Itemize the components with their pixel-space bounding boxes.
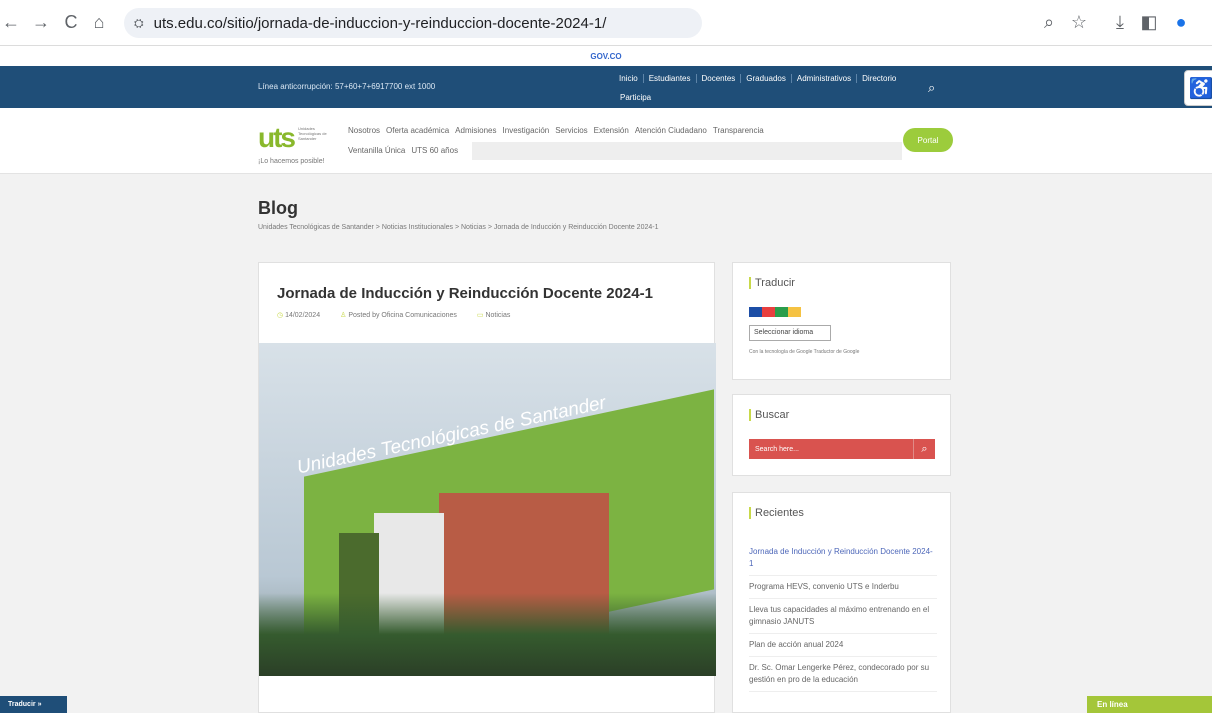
menu-placeholder bbox=[472, 142, 902, 160]
powered-by: Con la tecnología de Google Traductor de… bbox=[749, 349, 860, 355]
download-icon[interactable]: ⤓ bbox=[1109, 12, 1131, 34]
search-placeholder: Search here... bbox=[755, 445, 799, 453]
search-input[interactable]: Search here... ⌕ bbox=[749, 439, 935, 459]
url-text[interactable]: uts.edu.co/sitio/jornada-de-induccion-y-… bbox=[154, 15, 607, 32]
menu-oferta[interactable]: Oferta académica bbox=[386, 126, 449, 135]
search-widget: Buscar Search here... ⌕ bbox=[732, 394, 951, 476]
top-navigation: Línea anticorrupción: 57+60+7+6917700 ex… bbox=[0, 66, 1212, 108]
recent-item[interactable]: Jornada de Inducción y Reinducción Docen… bbox=[749, 541, 937, 576]
search-button[interactable]: ⌕ bbox=[913, 439, 935, 459]
date-text: 14/02/2024 bbox=[285, 312, 321, 319]
menu-administrativos[interactable]: Administrativos bbox=[792, 74, 858, 83]
gov-logo[interactable]: GOV.CO bbox=[590, 52, 621, 61]
browser-toolbar: ← → C ⌂ ⛭ uts.edu.co/sitio/jornada-de-in… bbox=[0, 0, 1212, 46]
menu-transparencia[interactable]: Transparencia bbox=[713, 126, 764, 135]
post-date: ◷ 14/02/2024 bbox=[277, 311, 320, 319]
menu-extension[interactable]: Extensión bbox=[594, 126, 629, 135]
recent-item[interactable]: Dr. Sc. Omar Lengerke Pérez, condecorado… bbox=[749, 657, 937, 692]
translate-button[interactable]: Traducir » bbox=[0, 696, 67, 713]
post-title: Jornada de Inducción y Reinducción Docen… bbox=[277, 285, 653, 302]
hotline-text[interactable]: Línea anticorrupción: 57+60+7+6917700 ex… bbox=[258, 82, 435, 91]
zoom-icon[interactable]: ⌕ bbox=[1038, 12, 1060, 34]
post-author[interactable]: ♙ Posted by Oficina Comunicaciones bbox=[340, 311, 457, 319]
recent-item[interactable]: Programa HEVS, convenio UTS e Inderbu bbox=[749, 576, 937, 599]
site-info-icon[interactable]: ⛭ bbox=[134, 16, 144, 31]
sidepanel-icon[interactable]: ◧ bbox=[1138, 12, 1160, 34]
breadcrumb[interactable]: Unidades Tecnológicas de Santander > Not… bbox=[258, 224, 658, 231]
portal-button[interactable]: Portal bbox=[903, 128, 953, 152]
translate-title: Traducir bbox=[749, 277, 795, 289]
post-card: Jornada de Inducción y Reinducción Docen… bbox=[258, 262, 716, 713]
search-title: Buscar bbox=[749, 409, 789, 421]
top-menu: Inicio Estudiantes Docentes Graduados Ad… bbox=[614, 74, 901, 83]
recent-posts-widget: Recientes Jornada de Inducción y Reinduc… bbox=[732, 492, 951, 713]
secondary-menu: Ventanilla Única UTS 60 años bbox=[348, 146, 458, 155]
logo-subtitle: Unidades Tecnológicas de Santander bbox=[298, 126, 327, 141]
category-text: Noticias bbox=[485, 312, 511, 319]
menu-admisiones[interactable]: Admisiones bbox=[455, 126, 496, 135]
recent-item[interactable]: Plan de acción anual 2024 bbox=[749, 634, 937, 657]
home-icon[interactable]: ⌂ bbox=[88, 12, 110, 34]
primary-menu: Nosotros Oferta académica Admisiones Inv… bbox=[348, 126, 764, 135]
recent-list: Jornada de Inducción y Reinducción Docen… bbox=[749, 541, 937, 692]
menu-estudiantes[interactable]: Estudiantes bbox=[644, 74, 697, 83]
page-title: Blog bbox=[258, 198, 298, 218]
post-category[interactable]: ▭ Noticias bbox=[477, 311, 510, 319]
accessibility-icon[interactable]: ♿ bbox=[1184, 70, 1212, 106]
address-bar[interactable]: ⛭ uts.edu.co/sitio/jornada-de-induccion-… bbox=[124, 8, 702, 38]
menu-graduados[interactable]: Graduados bbox=[741, 74, 792, 83]
user-icon: ♙ bbox=[340, 312, 347, 319]
profile-icon[interactable]: ● bbox=[1170, 12, 1192, 34]
folder-icon: ▭ bbox=[476, 312, 484, 319]
uts-logo[interactable]: uts Unidades Tecnológicas de Santander ¡… bbox=[258, 122, 336, 170]
forward-icon[interactable]: → bbox=[30, 12, 52, 34]
back-icon[interactable]: ← bbox=[0, 12, 22, 34]
menu-inicio[interactable]: Inicio bbox=[614, 74, 644, 83]
gov-bar: GOV.CO bbox=[0, 46, 1212, 66]
menu-participa[interactable]: Participa bbox=[620, 93, 651, 102]
menu-uts60[interactable]: UTS 60 años bbox=[411, 146, 458, 155]
tagline: ¡Lo hacemos posible! bbox=[258, 158, 325, 165]
recent-title: Recientes bbox=[749, 507, 804, 519]
recent-item[interactable]: Lleva tus capacidades al máximo entrenan… bbox=[749, 599, 937, 634]
reload-icon[interactable]: C bbox=[60, 12, 82, 34]
menu-ventanilla[interactable]: Ventanilla Única bbox=[348, 146, 405, 155]
main-navigation: uts Unidades Tecnológicas de Santander ¡… bbox=[0, 108, 1212, 174]
language-flags-icon[interactable] bbox=[749, 307, 801, 317]
clock-icon: ◷ bbox=[277, 312, 284, 319]
language-select[interactable]: Seleccionar idioma bbox=[749, 325, 831, 341]
search-icon[interactable]: ⌕ bbox=[928, 80, 935, 96]
menu-servicios[interactable]: Servicios bbox=[555, 126, 587, 135]
menu-investigacion[interactable]: Investigación bbox=[503, 126, 550, 135]
post-meta: ◷ 14/02/2024 ♙ Posted by Oficina Comunic… bbox=[277, 311, 510, 319]
translate-widget: Traducir Seleccionar idioma Con la tecno… bbox=[732, 262, 951, 380]
online-chat-button[interactable]: En línea bbox=[1087, 696, 1212, 713]
featured-image: Unidades Tecnológicas de Santander bbox=[259, 343, 716, 676]
bookmark-icon[interactable]: ☆ bbox=[1068, 12, 1090, 34]
garden-plants bbox=[259, 593, 716, 676]
author-text: Posted by Oficina Comunicaciones bbox=[348, 312, 457, 319]
menu-atencion[interactable]: Atención Ciudadano bbox=[635, 126, 707, 135]
menu-nosotros[interactable]: Nosotros bbox=[348, 126, 380, 135]
menu-docentes[interactable]: Docentes bbox=[697, 74, 742, 83]
menu-directorio[interactable]: Directorio bbox=[857, 74, 901, 83]
